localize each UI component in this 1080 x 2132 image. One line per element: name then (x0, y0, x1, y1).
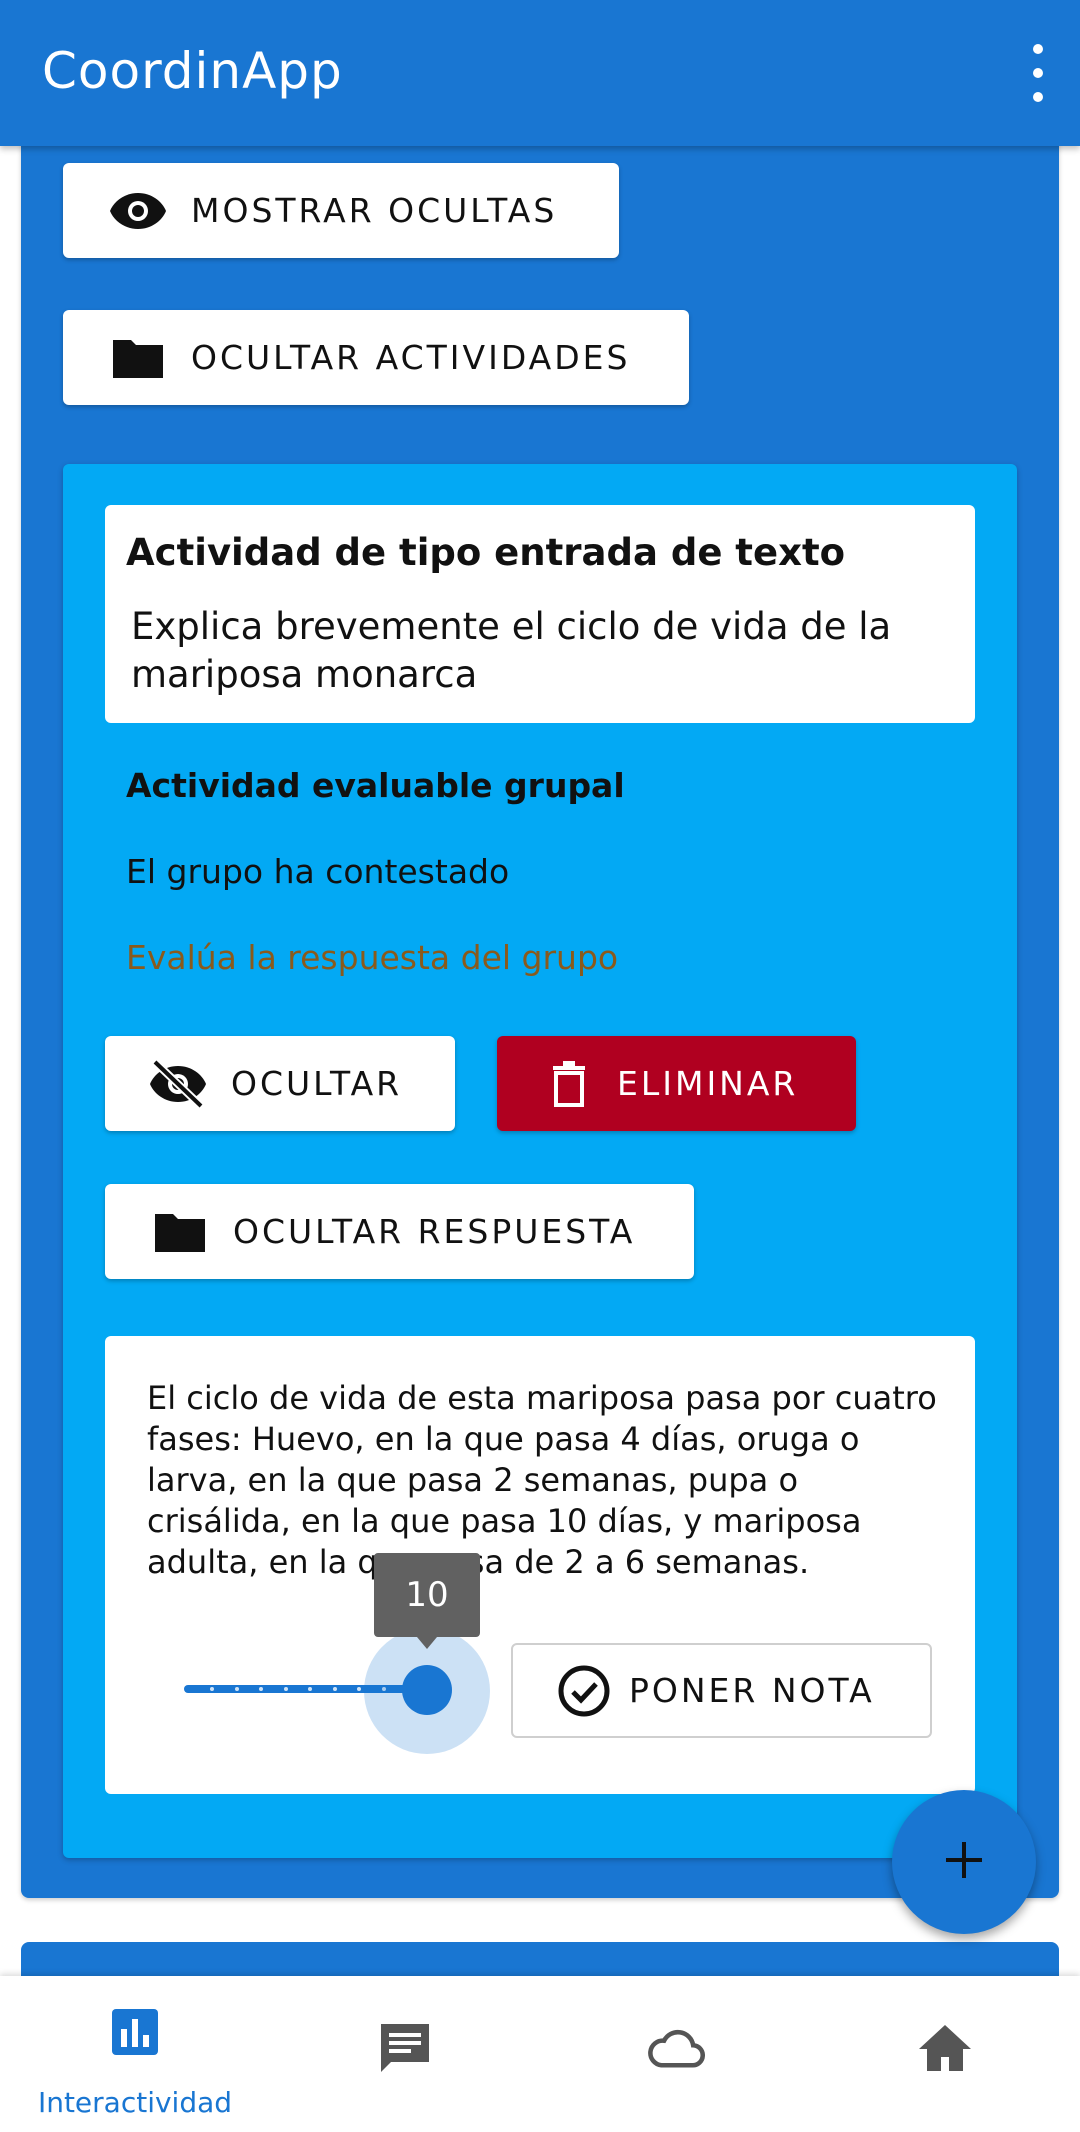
nav-label-interactividad: Interactividad (37, 2086, 233, 2119)
nav-item-interactividad[interactable]: Interactividad (0, 1976, 270, 2132)
evaluate-prompt: Evalúa la respuesta del grupo (126, 938, 619, 977)
group-answer-text: El ciclo de vida de esta mariposa pasa p… (147, 1379, 937, 1581)
hide-activity-button[interactable]: OCULTAR (105, 1036, 455, 1131)
add-activity-fab[interactable] (892, 1790, 1036, 1934)
chat-icon (375, 2018, 435, 2078)
slider-tick (284, 1687, 288, 1691)
folder-icon (151, 1203, 209, 1261)
evaluable-label: Actividad evaluable grupal (126, 766, 625, 805)
slider-tick (333, 1687, 337, 1691)
slider-tick (259, 1687, 263, 1691)
activity-question: Explica brevemente el ciclo de vida de l… (131, 605, 892, 696)
app-bar: CoordinApp (0, 0, 1080, 146)
activity-type-title: Actividad de tipo entrada de texto (126, 531, 846, 574)
app-title: CoordinApp (42, 42, 343, 100)
hide-answer-button[interactable]: OCULTAR RESPUESTA (105, 1184, 694, 1279)
menu-dot (1033, 92, 1043, 102)
check-circle-icon (557, 1662, 611, 1720)
question-card: Actividad de tipo entrada de texto Expli… (105, 505, 975, 723)
overflow-menu-button[interactable] (1018, 44, 1058, 102)
hide-activities-label: OCULTAR ACTIVIDADES (191, 338, 631, 377)
nav-item-chat[interactable] (270, 1976, 540, 2132)
grade-button-label: PONER NOTA (629, 1671, 875, 1710)
plus-icon (944, 1840, 984, 1884)
show-hidden-button[interactable]: MOSTRAR OCULTAS (63, 163, 619, 258)
hide-answer-label: OCULTAR RESPUESTA (233, 1212, 636, 1251)
menu-dot (1033, 44, 1043, 54)
nav-item-cloud[interactable] (540, 1976, 810, 2132)
delete-activity-label: ELIMINAR (617, 1064, 799, 1103)
bar-chart-icon (105, 2002, 165, 2062)
eye-icon (109, 182, 167, 240)
home-icon (915, 2018, 975, 2078)
grade-slider-thumb[interactable] (402, 1665, 452, 1715)
menu-dot (1033, 68, 1043, 78)
slider-tick (235, 1687, 239, 1691)
trash-icon (549, 1055, 589, 1113)
slider-tick (308, 1687, 312, 1691)
hide-activity-label: OCULTAR (231, 1064, 403, 1103)
cloud-icon (645, 2018, 705, 2078)
slider-tick (357, 1687, 361, 1691)
grade-value-tooltip: 10 (374, 1553, 480, 1649)
slider-tick (210, 1687, 214, 1691)
answer-status: El grupo ha contestado (126, 852, 510, 891)
grade-button[interactable]: PONER NOTA (511, 1643, 932, 1738)
bottom-navigation: Interactividad (0, 1976, 1080, 2132)
nav-item-home[interactable] (810, 1976, 1080, 2132)
folder-icon (109, 329, 167, 387)
eye-off-icon (149, 1055, 207, 1113)
show-hidden-label: MOSTRAR OCULTAS (191, 191, 558, 230)
delete-activity-button[interactable]: ELIMINAR (497, 1036, 856, 1131)
hide-activities-button[interactable]: OCULTAR ACTIVIDADES (63, 310, 689, 405)
